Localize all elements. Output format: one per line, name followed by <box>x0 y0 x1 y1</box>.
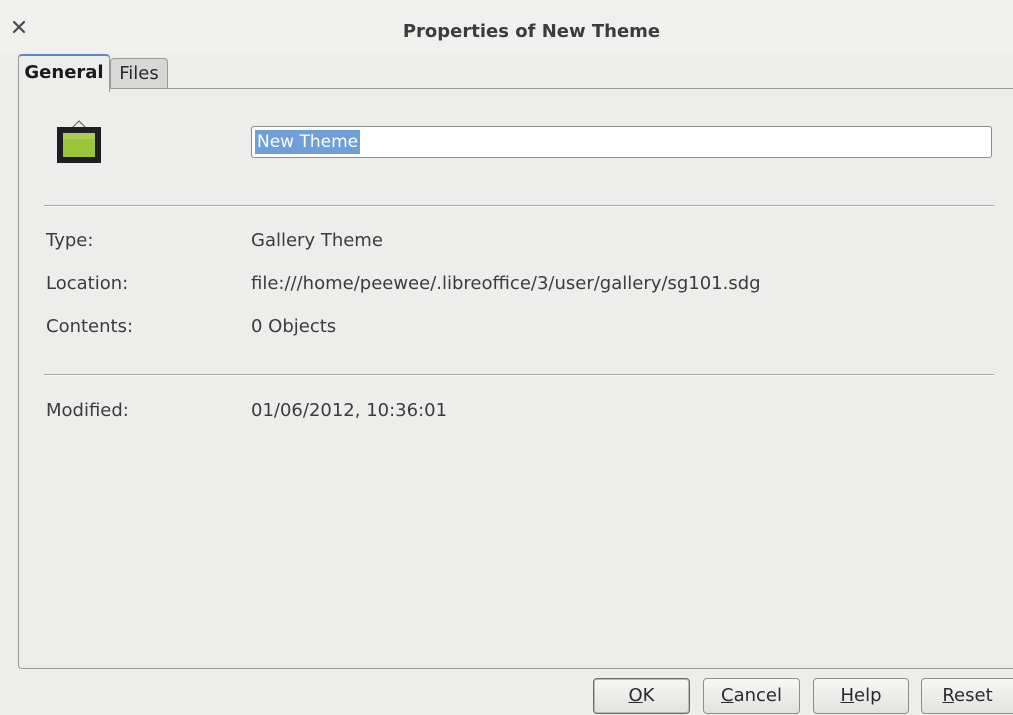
ok-mnemonic: O <box>628 685 643 706</box>
cancel-mnemonic: C <box>721 685 734 706</box>
reset-mnemonic: R <box>942 685 955 706</box>
title-bar: Properties of New Theme <box>0 0 1013 54</box>
cancel-button[interactable]: Cancel <box>703 678 800 714</box>
divider <box>44 374 994 376</box>
modified-label: Modified: <box>46 400 129 421</box>
reset-label-rest: eset <box>954 685 993 706</box>
gallery-theme-icon <box>57 120 101 163</box>
contents-label: Contents: <box>46 316 134 337</box>
cancel-label-rest: ancel <box>733 685 782 706</box>
reset-button[interactable]: Reset <box>921 678 1013 714</box>
contents-value: 0 Objects <box>251 316 337 337</box>
type-label: Type: <box>46 230 94 251</box>
location-label: Location: <box>46 273 129 294</box>
help-label-rest: elp <box>854 685 882 706</box>
tab-files[interactable]: Files <box>110 58 168 90</box>
ok-label-rest: K <box>642 685 655 706</box>
theme-name-input[interactable] <box>251 126 992 158</box>
window-title: Properties of New Theme <box>402 21 661 42</box>
general-panel <box>18 88 1013 669</box>
type-value: Gallery Theme <box>251 230 383 251</box>
divider <box>44 205 994 207</box>
modified-value: 01/06/2012, 10:36:01 <box>251 400 448 421</box>
ok-button[interactable]: OK <box>593 678 690 714</box>
help-button[interactable]: Help <box>813 678 909 714</box>
tab-general[interactable]: General <box>18 54 110 92</box>
help-mnemonic: H <box>840 685 855 706</box>
location-value: file:///home/peewee/.libreoffice/3/user/… <box>251 273 761 294</box>
